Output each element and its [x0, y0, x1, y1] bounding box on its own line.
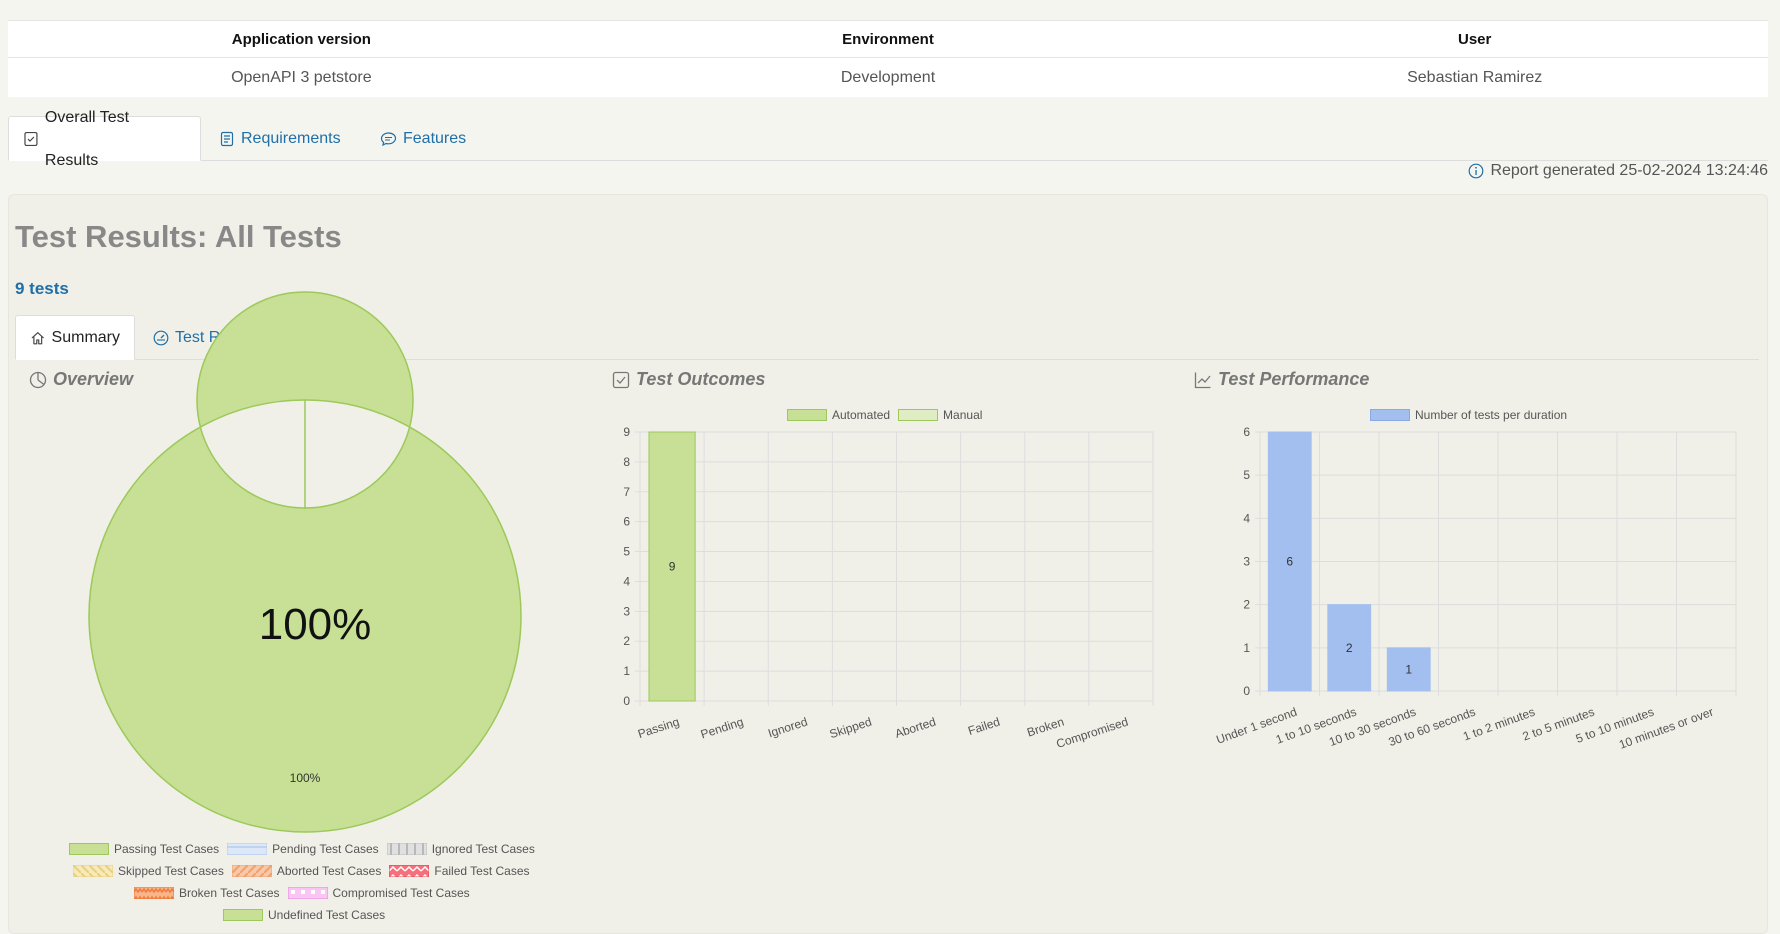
chat-icon: [380, 131, 397, 146]
report-generated-text: Report generated 25-02-2024 13:24:46: [1490, 162, 1768, 179]
report-generated: Report generated 25-02-2024 13:24:46: [1468, 162, 1768, 180]
tab-summary[interactable]: Summary: [15, 315, 135, 360]
performance-title-label: Test Performance: [1218, 369, 1370, 389]
tab-features[interactable]: Features: [366, 116, 480, 161]
legend-aborted[interactable]: Aborted Test Cases: [231, 864, 382, 878]
legend-duration[interactable]: Number of tests per duration: [1370, 408, 1567, 422]
legend-aborted-swatch: [231, 865, 272, 877]
pie-chart-icon: [29, 371, 47, 388]
legend-skipped-label: Skipped Test Cases: [118, 864, 224, 878]
outcomes-title-label: Test Outcomes: [636, 369, 766, 389]
header-environment: Environment: [594, 21, 1182, 58]
info-header-row: Application version Environment User: [8, 21, 1769, 58]
home-icon: [31, 331, 44, 344]
legend-automated-swatch: [787, 409, 827, 421]
legend-undefined[interactable]: Undefined Test Cases: [223, 908, 385, 922]
performance-title: Test Performance: [1194, 369, 1369, 390]
legend-manual-label: Manual: [943, 408, 983, 422]
overview-legend-row-2: Skipped Test Cases Aborted Test Cases Fa…: [73, 864, 530, 878]
legend-failed-label: Failed Test Cases: [434, 864, 530, 878]
overview-legend-row-1: Passing Test Cases Pending Test Cases Ig…: [69, 842, 535, 856]
legend-manual[interactable]: Manual: [898, 408, 982, 422]
main-tabs: Overall Test Results Requirements Featur…: [8, 109, 1768, 169]
legend-skipped[interactable]: Skipped Test Cases: [73, 864, 224, 878]
performance-legend: Number of tests per duration: [1370, 408, 1567, 422]
legend-automated-label: Automated: [832, 408, 891, 422]
info-value-row: OpenAPI 3 petstore Development Sebastian…: [8, 58, 1768, 97]
legend-duration-swatch: [1370, 409, 1410, 421]
test-results-panel: Test Results: All Tests 9 tests Summary …: [8, 194, 1768, 934]
checkbox-icon: [612, 371, 630, 388]
legend-broken-label: Broken Test Cases: [179, 886, 280, 900]
legend-failed[interactable]: Failed Test Cases: [389, 864, 530, 878]
value-environment: Development: [840, 69, 936, 86]
legend-passing[interactable]: Passing Test Cases: [69, 842, 219, 856]
legend-ignored[interactable]: Ignored Test Cases: [386, 842, 535, 856]
legend-broken-swatch: [134, 887, 174, 899]
tab-requirements-label: Requirements: [241, 130, 341, 147]
tab-summary-label: Summary: [51, 329, 120, 346]
legend-automated[interactable]: Automated: [787, 408, 890, 422]
legend-compromised-label: Compromised Test Cases: [332, 886, 470, 900]
header-user: User: [1181, 21, 1769, 58]
legend-pending-label: Pending Test Cases: [272, 842, 379, 856]
legend-skipped-swatch: [73, 865, 113, 877]
tab-test-results-label: Test Results: [175, 329, 263, 346]
document-icon: [220, 131, 234, 146]
tab-features-label: Features: [403, 130, 467, 147]
overview-title-label: Overview: [53, 369, 134, 389]
legend-pending[interactable]: Pending Test Cases: [227, 842, 379, 856]
tab-test-results[interactable]: Test Results: [139, 315, 276, 360]
page-title: Test Results: All Tests: [15, 219, 342, 254]
header-app-version: Application version: [8, 21, 595, 58]
legend-duration-label: Number of tests per duration: [1415, 408, 1568, 422]
line-chart-icon: [1194, 372, 1211, 388]
legend-compromised[interactable]: Compromised Test Cases: [287, 886, 470, 900]
legend-failed-swatch: [389, 865, 430, 877]
legend-pending-swatch: [227, 843, 268, 855]
legend-compromised-swatch: [287, 887, 328, 899]
legend-undefined-swatch: [223, 909, 263, 921]
legend-undefined-label: Undefined Test Cases: [268, 908, 386, 922]
overview-title: Overview: [29, 369, 133, 390]
legend-ignored-label: Ignored Test Cases: [431, 842, 535, 856]
info-icon: [1469, 163, 1484, 179]
outcomes-title: Test Outcomes: [612, 369, 765, 390]
gauge-icon: [153, 330, 169, 345]
legend-passing-swatch: [69, 843, 109, 855]
overview-legend-row-4: Undefined Test Cases: [223, 908, 385, 922]
checklist-icon: [24, 131, 38, 146]
legend-manual-swatch: [898, 409, 939, 421]
outcomes-legend: Automated Manual: [787, 408, 982, 422]
value-app-version: OpenAPI 3 petstore: [231, 69, 372, 86]
sub-tabs: Summary Test Results: [15, 315, 1759, 360]
info-table: Application version Environment User Ope…: [8, 20, 1769, 97]
tests-count-link[interactable]: 9 tests: [15, 279, 69, 299]
overview-legend-row-3: Broken Test Cases Compromised Test Cases: [134, 886, 470, 900]
legend-aborted-label: Aborted Test Cases: [276, 864, 382, 878]
legend-broken[interactable]: Broken Test Cases: [134, 886, 280, 900]
tab-overall-label: Overall Test Results: [44, 108, 130, 169]
value-user: Sebastian Ramirez: [1407, 69, 1543, 86]
tab-overall-test-results[interactable]: Overall Test Results: [8, 109, 201, 169]
tab-requirements[interactable]: Requirements: [205, 116, 355, 161]
legend-ignored-swatch: [386, 843, 427, 855]
legend-passing-label: Passing Test Cases: [114, 842, 220, 856]
